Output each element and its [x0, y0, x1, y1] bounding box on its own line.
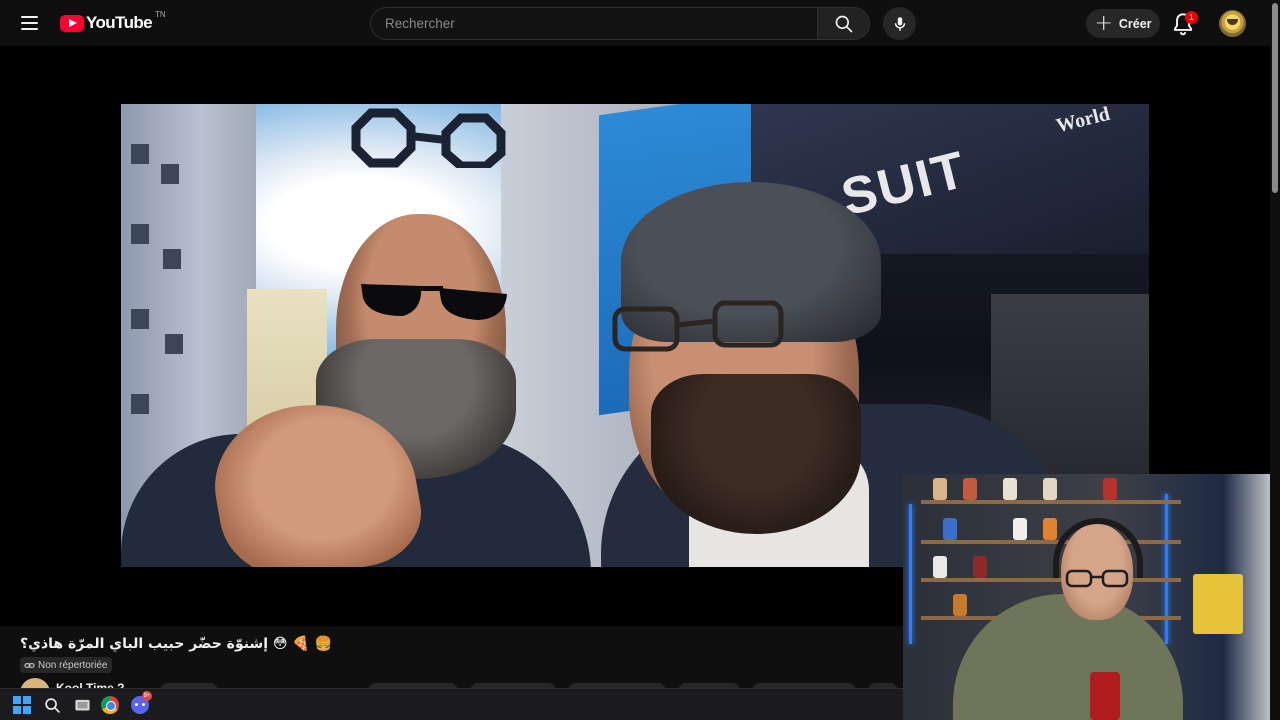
windows-taskbar: 9+ — [0, 688, 903, 720]
webcam-shelf — [921, 578, 1181, 582]
webcam-figurine — [953, 594, 967, 616]
webcam-figurine — [1103, 478, 1117, 500]
webcam-figurine — [1003, 478, 1017, 500]
webcam-figurine — [963, 478, 977, 500]
youtube-logo[interactable]: YouTube TN — [60, 10, 166, 34]
discord-taskbar-button[interactable]: 9+ — [130, 691, 152, 715]
webcam-eyeglasses-icon — [1065, 569, 1129, 588]
taskbar-search-button[interactable] — [42, 695, 62, 715]
webcam-red-cup — [1090, 672, 1120, 720]
window-shape — [165, 334, 183, 354]
webcam-shelf — [921, 500, 1181, 504]
logo-text: YouTube — [86, 13, 153, 32]
scrollbar-thumb[interactable] — [1272, 3, 1278, 193]
link-icon — [24, 662, 35, 668]
mic-icon — [894, 16, 905, 31]
video-title: 🍔 🍕 😳 إشنوّة حضّر حبيب الباي المرّة هاذي… — [20, 636, 333, 652]
glasses-sign-icon — [351, 108, 506, 168]
visibility-label: Non répertoriée — [38, 659, 108, 671]
masthead: YouTube TN + Créer 1 — [0, 0, 1270, 46]
webcam-figurine — [943, 518, 957, 540]
windows-start-icon — [13, 696, 31, 714]
voice-search-button[interactable] — [883, 7, 916, 40]
window-shape — [131, 144, 149, 164]
create-label: Créer — [1118, 16, 1152, 31]
menu-icon-bar — [21, 16, 38, 18]
account-avatar[interactable] — [1219, 10, 1246, 37]
window-shape — [163, 249, 181, 269]
chrome-taskbar-button[interactable] — [100, 695, 120, 715]
menu-button[interactable] — [18, 11, 42, 35]
webcam-shelf — [921, 540, 1181, 544]
search-bar — [370, 7, 870, 40]
webcam-figurine — [973, 556, 987, 578]
window-shape — [131, 394, 149, 414]
webcam-overlay — [903, 474, 1280, 720]
sunglasses-icon — [361, 284, 507, 320]
visibility-badge: Non répertoriée — [20, 657, 113, 673]
webcam-neon-light — [1165, 494, 1168, 644]
video-person-right-beard — [651, 374, 861, 534]
window-shape — [131, 309, 149, 329]
youtube-logo-icon — [60, 14, 84, 32]
search-button[interactable] — [817, 7, 870, 40]
webcam-figurine — [933, 478, 947, 500]
create-button[interactable]: + Créer — [1086, 9, 1160, 38]
taskbar-search-icon — [44, 697, 60, 713]
file-explorer-icon — [74, 699, 90, 710]
webcam-figurine — [933, 556, 947, 578]
start-button[interactable] — [12, 695, 32, 715]
webcam-neon-light — [909, 504, 912, 644]
window-shape — [161, 164, 179, 184]
video-info: 🍔 🍕 😳 إشنوّة حضّر حبيب الباي المرّة هاذي… — [0, 626, 903, 708]
webcam-figurine — [1013, 518, 1027, 540]
webcam-figurine — [1043, 478, 1057, 500]
webcam-figurine — [1193, 574, 1243, 634]
page-scrollbar[interactable] — [1270, 0, 1280, 720]
logo-region: TN — [155, 10, 166, 19]
window-shape — [131, 224, 149, 244]
notification-badge: 1 — [1185, 11, 1198, 24]
chrome-icon — [101, 696, 119, 714]
search-input[interactable] — [370, 7, 817, 40]
webcam-figurine — [1043, 518, 1057, 540]
menu-icon-bar — [21, 22, 38, 24]
search-icon — [835, 15, 852, 32]
menu-icon-bar — [21, 28, 38, 30]
plus-icon: + — [1094, 10, 1113, 36]
eyeglasses-icon — [612, 300, 784, 352]
discord-badge: 9+ — [142, 691, 152, 701]
task-view-button[interactable] — [72, 695, 92, 715]
